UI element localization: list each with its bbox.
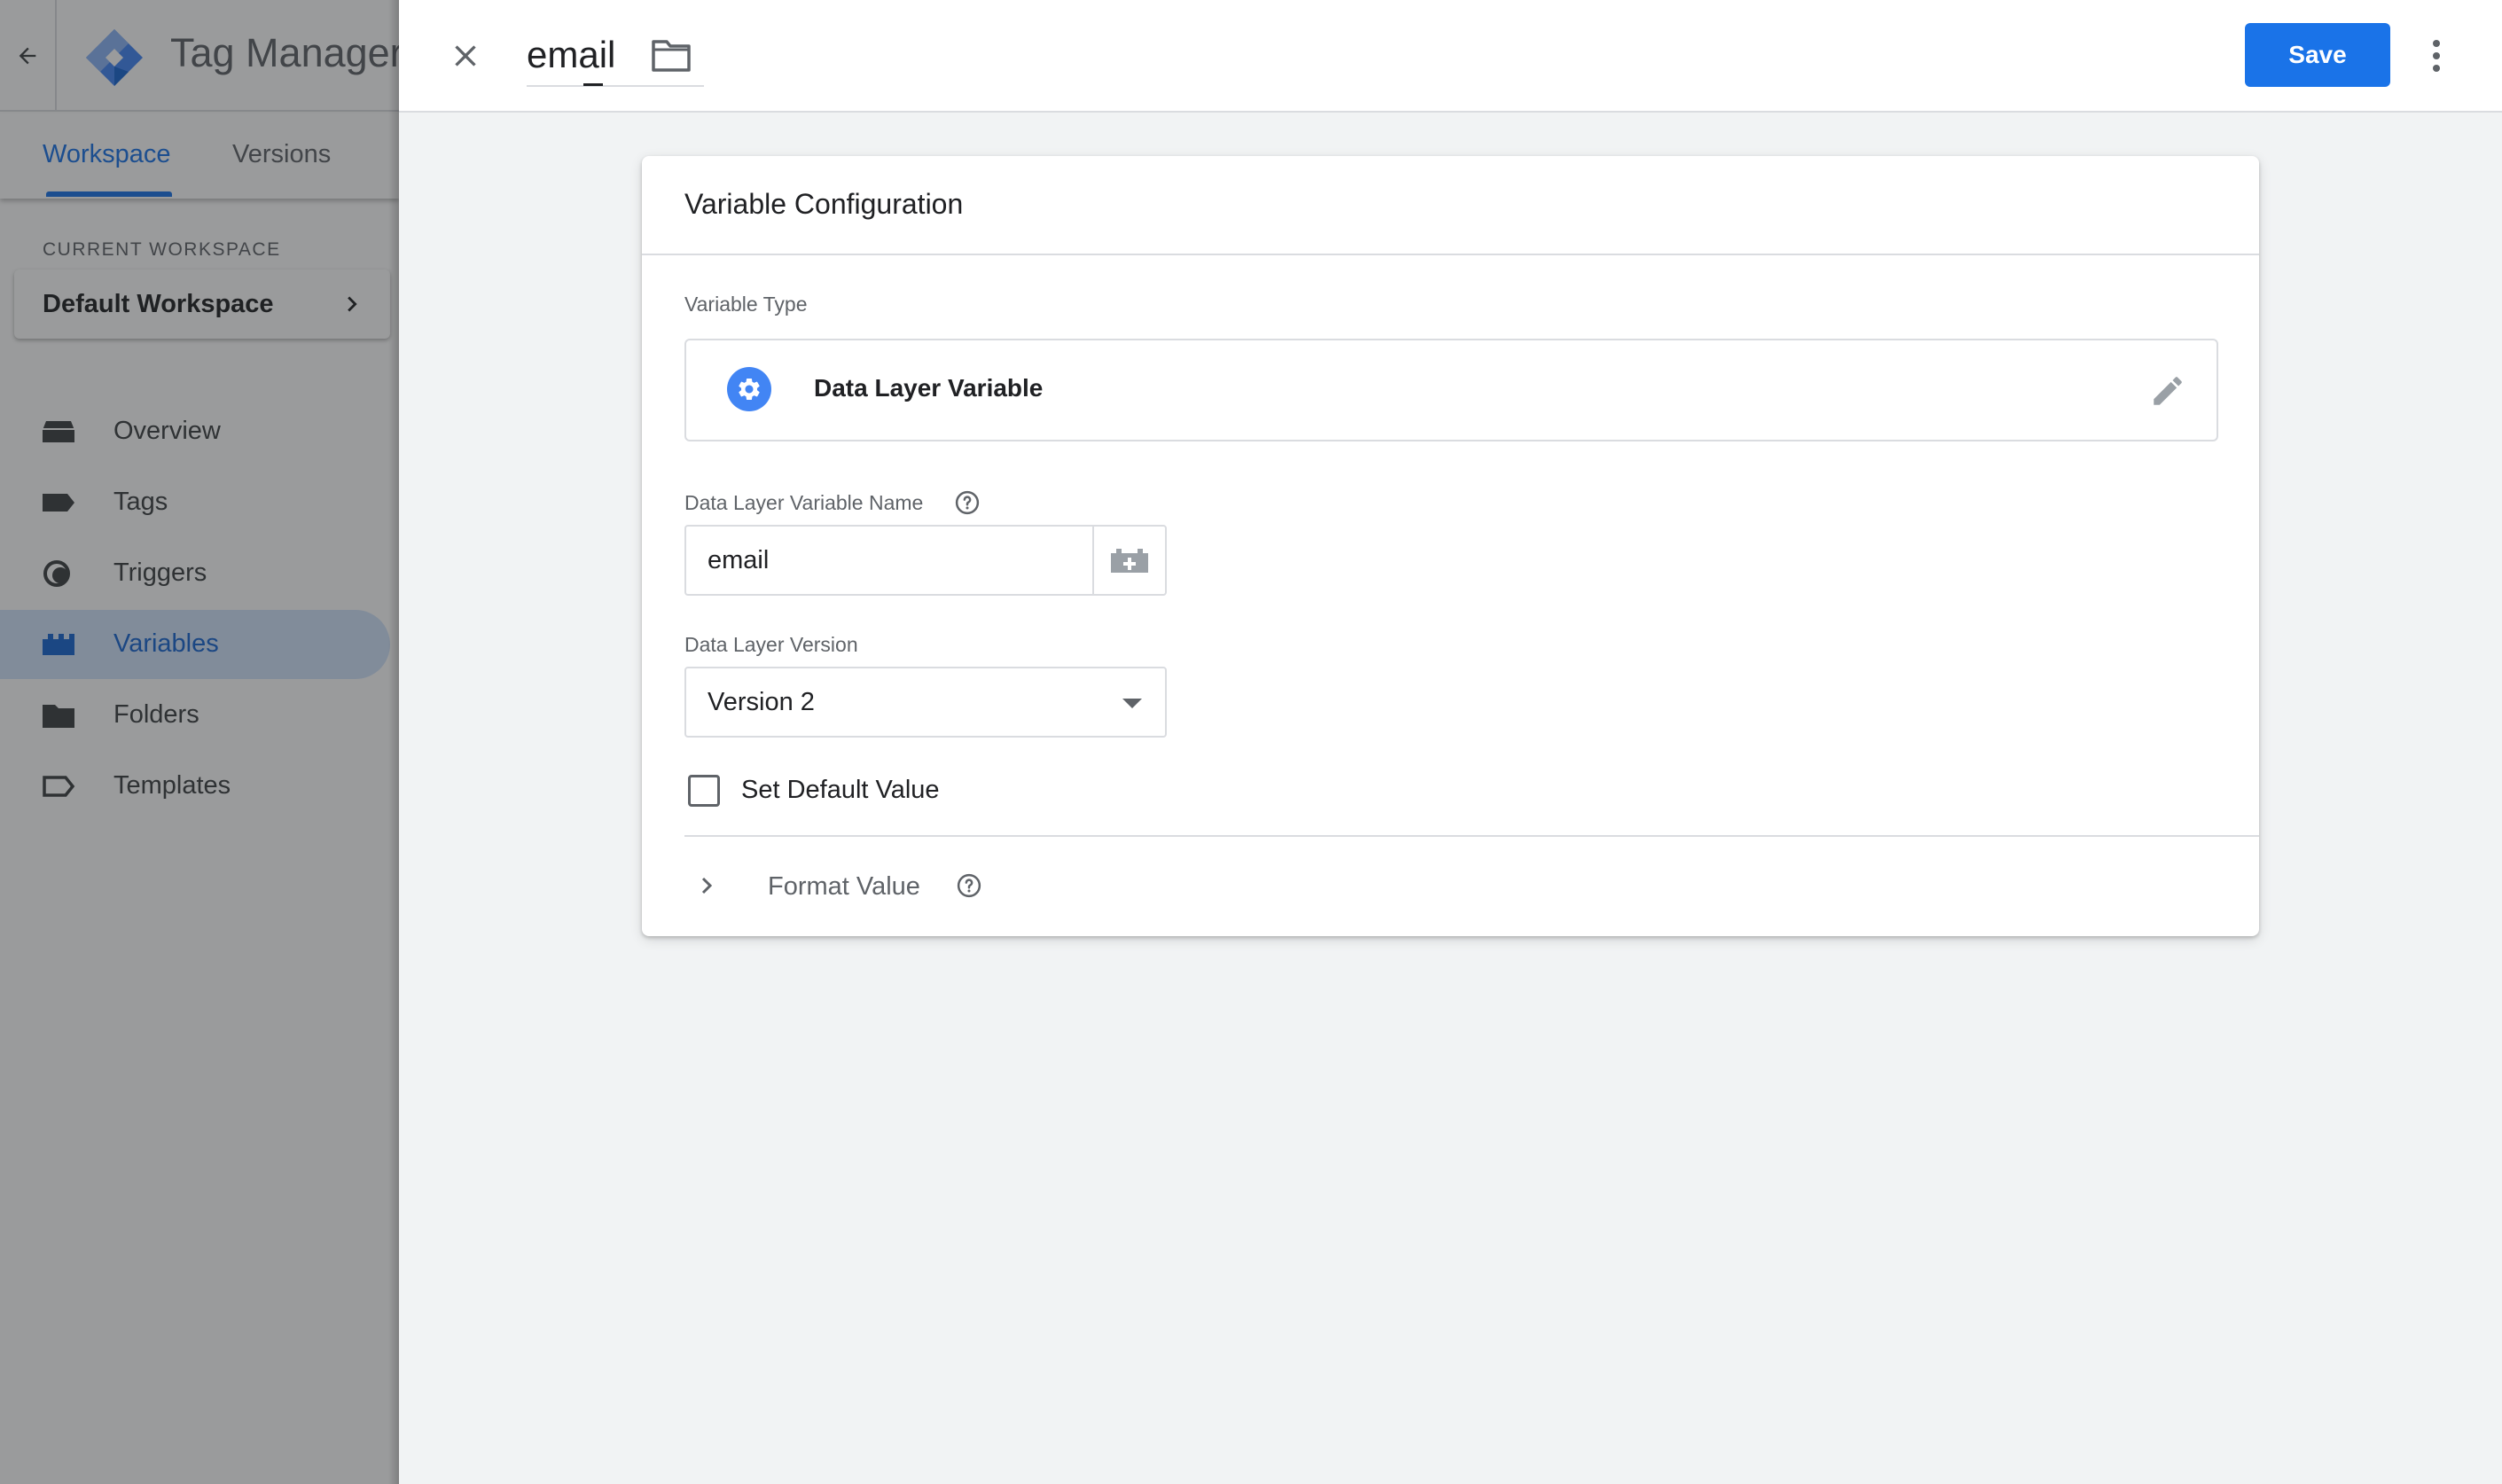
sidebar-item-label: Folders bbox=[113, 700, 199, 729]
more-options-button[interactable] bbox=[2420, 34, 2452, 78]
set-default-value-label: Set Default Value bbox=[741, 776, 940, 804]
sidebar-item-tags[interactable]: Tags bbox=[0, 468, 390, 537]
variable-name-text: email bbox=[527, 34, 616, 75]
pencil-icon[interactable] bbox=[2149, 372, 2186, 410]
format-value-label: Format Value bbox=[768, 872, 920, 901]
chevron-right-icon bbox=[348, 296, 357, 312]
variable-picker-button[interactable] bbox=[1092, 525, 1167, 596]
dropdown-arrow-icon bbox=[1122, 699, 1142, 708]
sidebar-item-templates[interactable]: Templates bbox=[0, 752, 390, 821]
format-value-toggle[interactable]: Format Value bbox=[684, 846, 1128, 926]
tag-icon bbox=[43, 494, 74, 512]
arrow-left-icon bbox=[19, 47, 36, 65]
text-cursor bbox=[583, 83, 603, 86]
sidebar-item-label: Tags bbox=[113, 488, 168, 516]
variable-type-label: Variable Type bbox=[684, 293, 808, 316]
active-tab-indicator bbox=[46, 191, 172, 197]
sidebar: Tag Manager Workspace Versions CURRENT W… bbox=[0, 0, 399, 1484]
format-divider bbox=[684, 835, 2259, 837]
dlv-version-select[interactable]: Version 2 bbox=[684, 667, 1167, 738]
chevron-right-icon bbox=[701, 877, 713, 894]
more-vert-icon bbox=[2433, 65, 2440, 72]
variables-icon bbox=[43, 634, 74, 655]
sidebar-item-folders[interactable]: Folders bbox=[0, 681, 390, 750]
sidebar-item-variables[interactable]: Variables bbox=[0, 610, 390, 679]
workspace-selector[interactable]: Default Workspace bbox=[14, 269, 390, 339]
app-title: Tag Manager bbox=[170, 30, 399, 75]
close-button[interactable] bbox=[445, 35, 486, 76]
variable-type-name: Data Layer Variable bbox=[814, 374, 1044, 402]
dlv-name-label: Data Layer Variable Name bbox=[684, 491, 924, 514]
folder-icon bbox=[43, 705, 74, 728]
set-default-value-row[interactable]: Set Default Value bbox=[688, 768, 1131, 810]
workspace-name: Default Workspace bbox=[43, 289, 274, 318]
dlv-version-label: Data Layer Version bbox=[684, 633, 858, 656]
set-default-value-checkbox[interactable] bbox=[688, 775, 720, 807]
editor-topbar: email Save bbox=[399, 0, 2502, 113]
variable-configuration-card: Variable Configuration Variable Type Dat… bbox=[642, 156, 2259, 936]
help-icon[interactable] bbox=[954, 489, 981, 516]
sidebar-item-overview[interactable]: Overview bbox=[0, 397, 390, 466]
template-icon bbox=[43, 776, 75, 797]
add-variable-icon bbox=[1111, 549, 1148, 573]
gear-icon bbox=[727, 367, 771, 411]
folder-outline-icon[interactable] bbox=[651, 39, 692, 73]
sidebar-item-label: Triggers bbox=[113, 558, 207, 587]
more-vert-icon bbox=[2433, 40, 2440, 47]
card-divider bbox=[642, 254, 2259, 255]
sidebar-item-label: Variables bbox=[113, 629, 219, 658]
variable-type-selector[interactable]: Data Layer Variable bbox=[684, 339, 2218, 441]
more-vert-icon bbox=[2433, 52, 2440, 59]
dlv-name-input[interactable] bbox=[684, 525, 1094, 596]
sidebar-item-label: Templates bbox=[113, 771, 231, 800]
sidebar-item-label: Overview bbox=[113, 417, 221, 445]
card-title: Variable Configuration bbox=[684, 188, 964, 220]
app-header: Tag Manager bbox=[0, 0, 399, 112]
close-icon bbox=[455, 45, 476, 66]
sidebar-item-triggers[interactable]: Triggers bbox=[0, 539, 390, 608]
tab-workspace[interactable]: Workspace bbox=[43, 140, 171, 169]
trigger-icon bbox=[43, 560, 70, 587]
current-workspace-label: CURRENT WORKSPACE bbox=[43, 239, 281, 260]
back-button[interactable] bbox=[0, 0, 57, 112]
help-icon[interactable] bbox=[956, 872, 982, 899]
workspace-tabs: Workspace Versions bbox=[0, 113, 399, 199]
overview-icon bbox=[43, 421, 74, 442]
tag-manager-logo-icon bbox=[86, 29, 143, 86]
dlv-version-value: Version 2 bbox=[708, 688, 815, 716]
save-button[interactable]: Save bbox=[2245, 23, 2390, 87]
tab-versions[interactable]: Versions bbox=[232, 140, 331, 169]
